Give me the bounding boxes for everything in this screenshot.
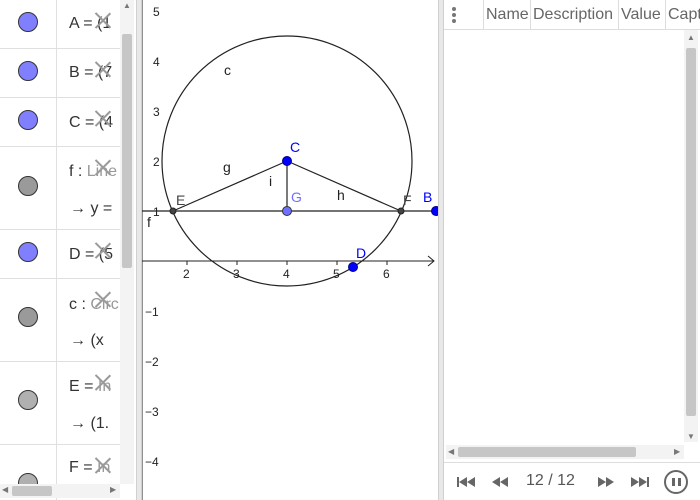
label-segment-i: i — [269, 173, 272, 189]
point-e[interactable] — [169, 207, 177, 215]
protocol-table-header: Name Description Value Capt — [444, 0, 700, 30]
scroll-left-arrow-icon[interactable]: ◀ — [2, 485, 8, 494]
algebra-horizontal-scroll-thumb[interactable] — [12, 486, 52, 496]
visibility-toggle-d[interactable] — [18, 242, 38, 262]
y-tick-label: 2 — [153, 155, 160, 169]
construction-protocol-view: Name Description Value Capt ▲ ▼ ◀ ▶ 12 /… — [444, 0, 700, 500]
visibility-toggle-f[interactable] — [18, 176, 38, 196]
column-header-name[interactable]: Name — [484, 0, 531, 30]
column-header-value[interactable]: Value — [619, 0, 666, 30]
column-header-description[interactable]: Description — [531, 0, 619, 30]
label-c: C — [290, 139, 300, 155]
y-tick-label: −3 — [145, 405, 159, 419]
visibility-toggle-circle-c[interactable] — [18, 307, 38, 327]
column-menu-icon[interactable] — [452, 6, 458, 24]
algebra-row-e[interactable]: E = In → (1. — [0, 362, 120, 445]
step-counter: 12 / 12 — [526, 472, 575, 489]
y-tick-label: −2 — [145, 355, 159, 369]
point-f[interactable] — [397, 207, 405, 215]
algebra-row-d[interactable]: D = (5 — [0, 230, 120, 279]
y-tick-label: 5 — [153, 5, 160, 19]
delete-icon[interactable] — [93, 59, 113, 79]
algebra-view: A = (1 B = (7 C = (4 f : Line → y = D = … — [0, 0, 134, 500]
algebra-vertical-scroll-thumb[interactable] — [122, 34, 132, 268]
scroll-left-arrow-icon[interactable]: ◀ — [448, 447, 454, 456]
next-step-icon[interactable] — [592, 472, 618, 492]
label-circle-c: c — [224, 62, 231, 78]
scroll-down-arrow-icon[interactable]: ▼ — [687, 432, 695, 441]
x-tick-label: 4 — [283, 267, 290, 281]
point-c[interactable] — [282, 156, 292, 166]
delete-icon[interactable] — [93, 10, 113, 30]
visibility-toggle-a[interactable] — [18, 12, 38, 32]
label-g: G — [291, 189, 302, 205]
point-d[interactable] — [348, 262, 358, 272]
point-g[interactable] — [282, 206, 292, 216]
pause-icon[interactable] — [664, 470, 688, 494]
visibility-toggle-e[interactable] — [18, 390, 38, 410]
algebra-row-a[interactable]: A = (1 — [0, 0, 120, 49]
label-e: E — [176, 192, 185, 208]
y-tick-label: 4 — [153, 55, 160, 69]
x-ticks: 2 3 4 5 6 — [183, 261, 390, 281]
delete-icon[interactable] — [93, 372, 113, 392]
geogebra-app: A = (1 B = (7 C = (4 f : Line → y = D = … — [0, 0, 700, 500]
scroll-up-arrow-icon[interactable]: ▲ — [687, 33, 695, 42]
algebra-row-c[interactable]: C = (4 — [0, 98, 120, 147]
value-e: → (1. — [70, 415, 110, 432]
label-f: F — [403, 192, 412, 208]
y-tick-label: −1 — [145, 305, 159, 319]
delete-icon[interactable] — [93, 289, 113, 309]
definition-circle-c-name: c : — [69, 296, 91, 313]
column-header-caption[interactable]: Capt — [666, 0, 700, 30]
graphics-canvas[interactable]: 2 3 4 5 6 5 4 3 2 1 −1 −2 −3 −4 C G E F … — [141, 0, 441, 500]
label-d: D — [356, 245, 366, 261]
definition-f-name: f : — [69, 163, 87, 180]
first-step-icon[interactable] — [454, 472, 480, 492]
label-segment-g: g — [223, 159, 231, 175]
graphics-view[interactable]: 2 3 4 5 6 5 4 3 2 1 −1 −2 −3 −4 C G E F … — [141, 0, 441, 500]
y-tick-label: 3 — [153, 105, 160, 119]
protocol-navigation-bar: 12 / 12 — [444, 462, 700, 500]
scroll-up-arrow-icon[interactable]: ▲ — [123, 1, 131, 10]
scroll-right-arrow-icon[interactable]: ▶ — [674, 447, 680, 456]
delete-icon[interactable] — [93, 108, 113, 128]
protocol-horizontal-scroll-thumb[interactable] — [458, 447, 636, 457]
algebra-row-circle-c[interactable]: c : Circ → (x — [0, 279, 120, 362]
segment-h[interactable] — [286, 160, 402, 212]
protocol-vertical-scroll-thumb[interactable] — [686, 48, 696, 416]
label-segment-h: h — [337, 187, 345, 203]
y-ticks: 5 4 3 2 1 −1 −2 −3 −4 — [145, 5, 160, 469]
previous-step-icon[interactable] — [488, 472, 514, 492]
algebra-row-f[interactable]: f : Line → y = — [0, 147, 120, 230]
delete-icon[interactable] — [93, 455, 113, 475]
label-b: B — [423, 189, 432, 205]
visibility-toggle-c[interactable] — [18, 110, 38, 130]
value-f: → y = — [70, 200, 113, 217]
last-step-icon[interactable] — [626, 472, 652, 492]
algebra-row-b[interactable]: B = (7 — [0, 49, 120, 98]
label-line-f: f — [147, 214, 151, 230]
visibility-toggle-b[interactable] — [18, 61, 38, 81]
value-circle-c: → (x — [70, 332, 104, 349]
x-tick-label: 2 — [183, 267, 190, 281]
x-tick-label: 6 — [383, 267, 390, 281]
scroll-right-arrow-icon[interactable]: ▶ — [110, 485, 116, 494]
y-tick-label: 1 — [153, 205, 160, 219]
x-tick-label: 5 — [333, 267, 340, 281]
y-tick-label: −4 — [145, 455, 159, 469]
column-menu-cell[interactable] — [444, 0, 484, 30]
delete-icon[interactable] — [93, 240, 113, 260]
delete-icon[interactable] — [93, 157, 113, 177]
